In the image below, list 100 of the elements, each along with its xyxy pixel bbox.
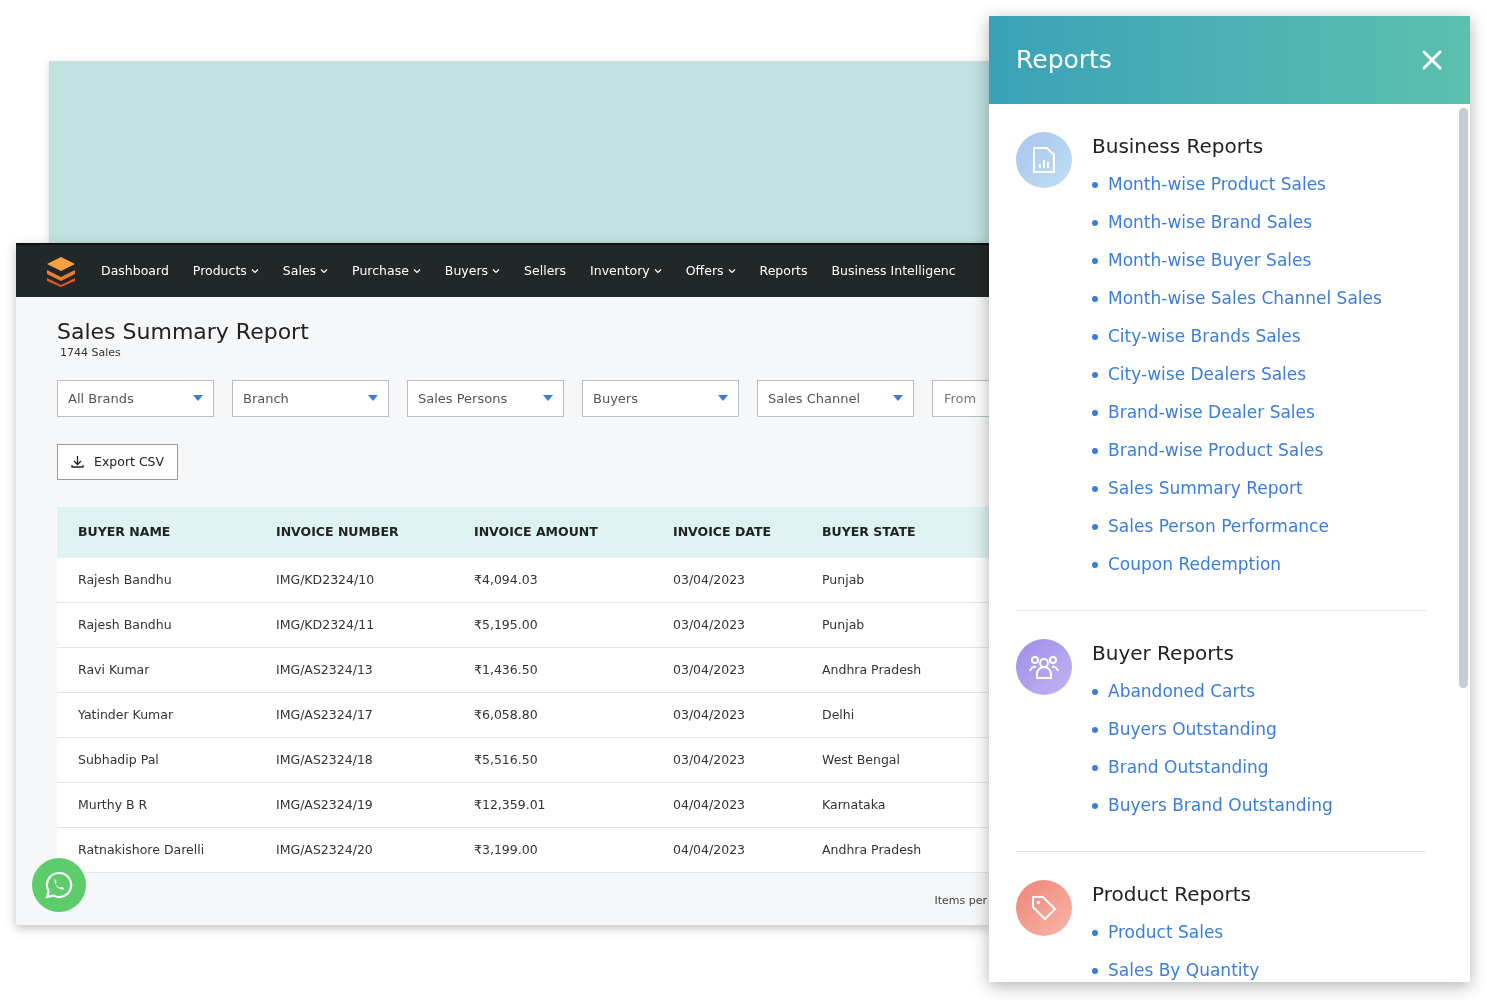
filter-dropdown[interactable]: Sales Channel (757, 379, 914, 417)
table-cell: 03/04/2023 (652, 737, 801, 783)
table-cell: ₹12,359.01 (453, 782, 652, 828)
download-icon (71, 455, 84, 469)
bullet-dot (1092, 524, 1098, 530)
bullet-dot (1092, 562, 1098, 568)
chevron-icon (492, 268, 501, 274)
table-cell: 04/04/2023 (652, 827, 801, 873)
report-link[interactable]: Abandoned Carts (1108, 679, 1256, 705)
report-link[interactable]: City-wise Dealers Sales (1108, 362, 1307, 388)
column-header: INVOICE AMOUNT (453, 506, 652, 558)
nav-link[interactable]: Reports (747, 261, 820, 281)
column-header: INVOICE DATE (652, 506, 801, 558)
table-cell: ₹1,436.50 (453, 647, 652, 693)
table-cell: Murthy B R (57, 782, 255, 828)
bullet-dot (1092, 803, 1098, 809)
table-cell: 03/04/2023 (652, 602, 801, 648)
chevron-icon (250, 268, 259, 274)
bullet-dot (1092, 258, 1098, 264)
bullet-dot (1092, 220, 1098, 226)
report-link[interactable]: Sales Summary Report (1108, 476, 1303, 502)
table-cell: Rajesh Bandhu (57, 602, 255, 648)
section-title: Product Reports (1092, 882, 1252, 906)
date-field[interactable]: From (932, 379, 990, 417)
table-cell: 03/04/2023 (652, 647, 801, 693)
bullet-dot (1092, 727, 1098, 733)
bullet-dot (1092, 689, 1098, 695)
table-cell: IMG/AS2324/18 (255, 737, 453, 783)
bullet-dot (1092, 486, 1098, 492)
bullet-dot (1092, 182, 1098, 188)
chevron-icon (653, 268, 662, 274)
table-cell: ₹4,094.03 (453, 557, 652, 603)
logo-icon (45, 255, 77, 287)
report-link[interactable]: Buyers Outstanding (1108, 717, 1277, 743)
report-link[interactable]: Product Sales (1108, 920, 1224, 946)
nav-link[interactable]: Purchase (340, 261, 433, 281)
filter-dropdown[interactable]: Buyers (582, 379, 739, 417)
table-cell: IMG/AS2324/13 (255, 647, 453, 693)
bullet-dot (1092, 930, 1098, 936)
nav-link[interactable]: Products (180, 261, 271, 281)
nav-link[interactable]: Dashboard (89, 261, 181, 281)
report-link[interactable]: Month-wise Brand Sales (1108, 210, 1313, 236)
filter-dropdown[interactable]: Sales Persons (407, 379, 564, 417)
tag-icon (1030, 894, 1058, 922)
dropdown-arrow-icon (193, 395, 203, 402)
column-header: INVOICE NUMBER (255, 506, 453, 558)
document-chart-icon (1032, 146, 1056, 174)
nav-link[interactable]: Sales (270, 261, 341, 281)
close-button[interactable] (1421, 49, 1443, 71)
report-link[interactable]: Sales Person Performance (1108, 514, 1329, 540)
report-link[interactable]: Buyers Brand Outstanding (1108, 793, 1333, 819)
column-header: BUYER STATE (801, 506, 990, 558)
table-cell: IMG/AS2324/19 (255, 782, 453, 828)
bullet-dot (1092, 372, 1098, 378)
filter-dropdown[interactable]: All Brands (57, 379, 214, 417)
dropdown-arrow-icon (368, 395, 378, 402)
column-header: BUYER NAME (57, 506, 255, 558)
nav-link[interactable]: Business Intelligenc (819, 261, 968, 281)
close-icon (1421, 49, 1443, 71)
report-link[interactable]: Brand Outstanding (1108, 755, 1269, 781)
table-cell: ₹5,516.50 (453, 737, 652, 783)
table-cell: ₹6,058.80 (453, 692, 652, 738)
table-cell: 04/04/2023 (652, 782, 801, 828)
chat-button[interactable] (32, 858, 86, 912)
nav-link[interactable]: Inventory (578, 261, 674, 281)
section-title: Business Reports (1092, 134, 1265, 158)
table-cell: IMG/KD2324/10 (255, 557, 453, 603)
table-cell: IMG/AS2324/17 (255, 692, 453, 738)
scrollbar-thumb[interactable] (1459, 108, 1468, 688)
items-per-page-label: Items per (934, 892, 987, 909)
chat-bubble-icon (44, 870, 74, 900)
chevron-icon (320, 268, 329, 274)
table-cell: Yatinder Kumar (57, 692, 255, 738)
report-link[interactable]: Sales By Quantity (1108, 958, 1260, 982)
dropdown-arrow-icon (893, 395, 903, 402)
table-cell: Ravi Kumar (57, 647, 255, 693)
export-csv-button[interactable]: Export CSV (57, 443, 179, 480)
nav-link[interactable]: Sellers (512, 261, 579, 281)
table-cell: 03/04/2023 (652, 557, 801, 603)
sales-count: 1744 Sales (60, 345, 122, 362)
table-cell: Subhadip Pal (57, 737, 255, 783)
report-link[interactable]: Month-wise Product Sales (1108, 172, 1326, 198)
report-link[interactable]: Brand-wise Product Sales (1108, 438, 1324, 464)
bullet-dot (1092, 448, 1098, 454)
report-link[interactable]: City-wise Brands Sales (1108, 324, 1301, 350)
bullet-dot (1092, 765, 1098, 771)
report-link[interactable]: Coupon Redemption (1108, 552, 1282, 578)
nav-link[interactable]: Buyers (432, 261, 513, 281)
chevron-icon (412, 268, 421, 274)
report-link[interactable]: Month-wise Sales Channel Sales (1108, 286, 1382, 312)
report-link[interactable]: Brand-wise Dealer Sales (1108, 400, 1315, 426)
nav-link[interactable]: Offers (673, 261, 748, 281)
bullet-dot (1092, 334, 1098, 340)
table-cell: ₹5,195.00 (453, 602, 652, 648)
dropdown-arrow-icon (718, 395, 728, 402)
filter-dropdown[interactable]: Branch (232, 379, 389, 417)
report-link[interactable]: Month-wise Buyer Sales (1108, 248, 1312, 274)
table-cell: IMG/KD2324/11 (255, 602, 453, 648)
table-cell: 03/04/2023 (652, 692, 801, 738)
bullet-dot (1092, 296, 1098, 302)
